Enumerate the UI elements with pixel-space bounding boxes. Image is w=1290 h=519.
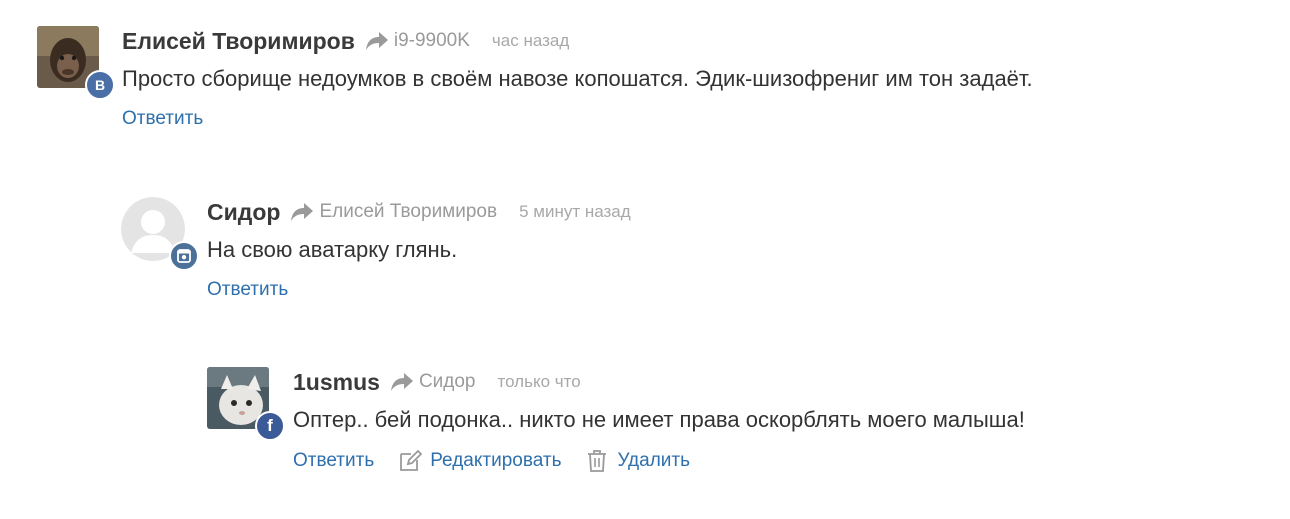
reply-to[interactable]: i9-9900K <box>365 30 470 52</box>
comment-body: Елисей Творимиров i9-9900K час назад Про… <box>122 26 1033 130</box>
comment-header: Сидор Елисей Творимиров 5 минут назад <box>207 197 631 227</box>
timestamp: только что <box>497 372 581 391</box>
author-name[interactable]: Елисей Творимиров <box>122 28 355 55</box>
edit-button[interactable]: Редактировать <box>398 449 561 473</box>
comment-header: 1usmus Сидор только что <box>293 367 1025 397</box>
vk-icon: B <box>85 70 115 100</box>
delete-button[interactable]: Удалить <box>585 449 690 473</box>
reply-button[interactable]: Ответить <box>293 450 374 472</box>
reply-to[interactable]: Сидор <box>390 371 476 393</box>
timestamp: час назад <box>491 31 570 50</box>
comment: f 1usmus Сидор только что Оптер.. бей по… <box>207 367 1025 473</box>
edit-label[interactable]: Редактировать <box>430 450 561 472</box>
timestamp: 5 минут назад <box>519 202 631 221</box>
reply-to[interactable]: Елисей Творимиров <box>290 201 497 223</box>
edit-icon <box>400 449 423 471</box>
comment-text: Оптер.. бей подонка.. никто не имеет пра… <box>293 407 1025 432</box>
comment-header: Елисей Творимиров i9-9900K час назад <box>122 26 1033 56</box>
instagram-glyph <box>177 249 191 263</box>
comment-body: 1usmus Сидор только что Оптер.. бей подо… <box>293 367 1025 473</box>
comment-actions: Ответить <box>122 108 1033 130</box>
comment-actions: Ответить Редактировать Удалить <box>293 449 1025 473</box>
reply-to-name[interactable]: Сидор <box>419 371 476 393</box>
instagram-icon <box>169 241 199 271</box>
comment: Сидор Елисей Творимиров 5 минут назад На… <box>121 197 631 301</box>
comment-body: Сидор Елисей Творимиров 5 минут назад На… <box>207 197 631 301</box>
avatar-wrap: f <box>207 367 285 441</box>
reply-arrow-icon <box>365 32 388 50</box>
reply-to-name[interactable]: i9-9900K <box>394 30 470 52</box>
reply-button[interactable]: Ответить <box>122 108 203 130</box>
reply-to-name[interactable]: Елисей Творимиров <box>319 201 497 223</box>
comment-actions: Ответить <box>207 279 631 301</box>
comment: B Елисей Творимиров i9-9900K час назад П… <box>37 26 1033 130</box>
facebook-icon: f <box>255 411 285 441</box>
trash-icon <box>588 450 607 472</box>
avatar-wrap: B <box>37 26 115 100</box>
author-name[interactable]: Сидор <box>207 199 280 226</box>
author-name[interactable]: 1usmus <box>293 369 380 396</box>
reply-arrow-icon <box>291 203 314 221</box>
delete-label[interactable]: Удалить <box>617 450 690 472</box>
reply-arrow-icon <box>390 373 413 391</box>
reply-button[interactable]: Ответить <box>207 279 288 301</box>
comment-text: Просто сборище недоумков в своём навозе … <box>122 66 1033 91</box>
avatar-wrap <box>121 197 199 271</box>
comment-text: На свою аватарку глянь. <box>207 237 458 262</box>
